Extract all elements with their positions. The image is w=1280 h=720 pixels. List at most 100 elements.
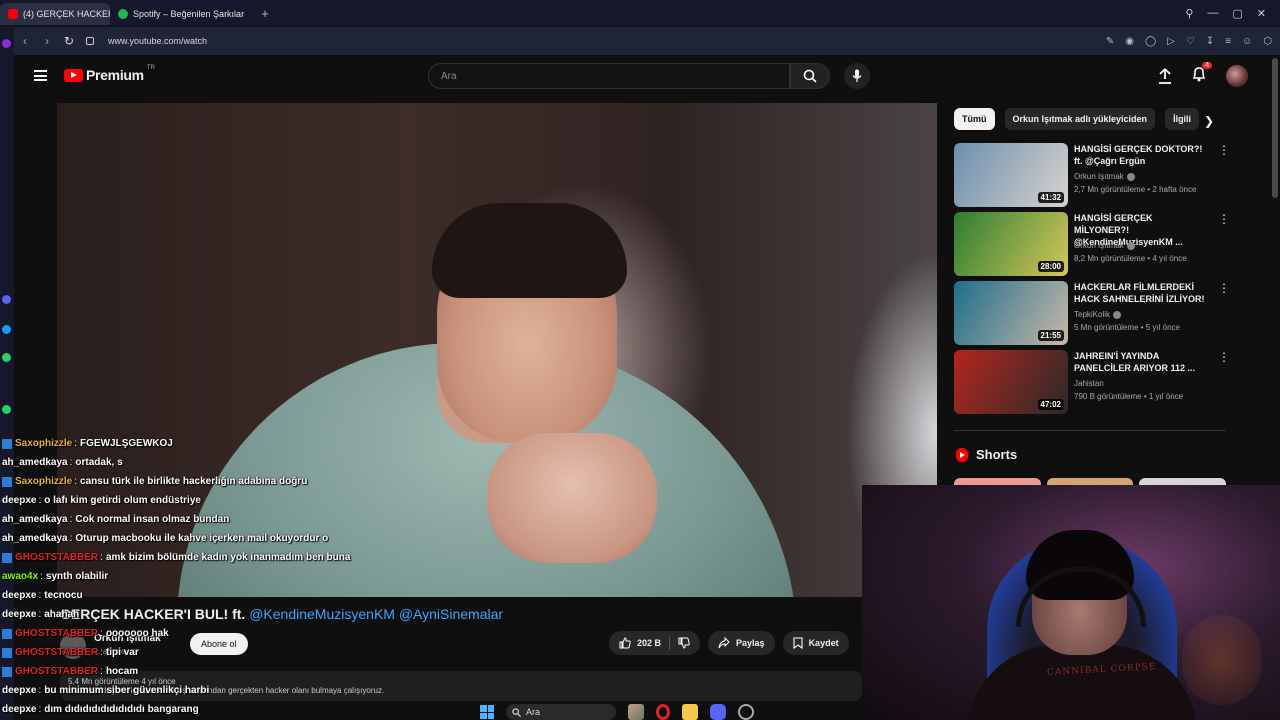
chip-related[interactable]: İlgili [1165,108,1200,130]
suggested-video[interactable]: 41:32 HANGİSİ GERÇEK DOKTOR?! ft. @Çağrı… [954,143,1230,207]
search-icon [512,707,521,717]
profile-icon[interactable]: ☺ [1242,36,1252,47]
settings-icon[interactable] [738,704,754,720]
chat-username[interactable]: GHOSTSTABBER [15,628,98,639]
new-tab-button[interactable]: + [256,4,274,22]
search-tabs-icon[interactable]: ⚲ [1185,7,1193,20]
video-thumbnail[interactable]: 21:55 [954,281,1068,345]
chat-username[interactable]: ah_amedkaya [2,457,68,468]
more-options-icon[interactable]: ⋮ [1218,212,1230,226]
thumbs-down-icon[interactable] [678,637,690,649]
play-icon[interactable]: ▷ [1167,36,1175,47]
chip-all[interactable]: Tümü [954,108,995,130]
chat-separator: : [69,457,73,468]
chat-username[interactable]: deepxe [2,495,36,506]
suggested-video-title[interactable]: HANGİSİ GERÇEK DOKTOR?! ft. @Çağrı Ergün [1074,143,1210,167]
heart-icon[interactable]: ♡ [1186,36,1195,47]
suggested-video-channel[interactable]: Orkun Işıtmak [1074,172,1135,181]
tab-youtube[interactable]: (4) GERÇEK HACKER'I [0,3,110,25]
chat-username[interactable]: ah_amedkaya [2,514,68,525]
like-count[interactable]: 202 B [637,638,661,648]
suggested-video-channel[interactable]: Orkun Işıtmak [1074,241,1135,250]
sidebar-app-icon[interactable] [2,405,11,414]
chat-text: synth olabilir [45,571,109,582]
youtube-logo[interactable]: Premium TR [64,65,155,83]
suggested-video[interactable]: 28:00 HANGİSİ GERÇEK MİLYONER?! @Kendine… [954,212,1230,276]
opera-icon[interactable] [656,704,670,720]
chat-username[interactable]: Saxophizzle [15,438,72,449]
chat-message: deepxe: ahahah [0,605,540,624]
chat-message: ah_amedkaya: Oturup macbooku ile kahve iç… [0,529,540,548]
upload-icon[interactable] [1158,68,1172,84]
search-input[interactable]: Ara [428,63,790,89]
search-button[interactable] [790,63,830,89]
streamer-webcam: CANNIBAL CORPSE [862,485,1280,720]
chat-username[interactable]: GHOSTSTABBER [15,647,98,658]
chevron-right-icon[interactable]: ❯ [1204,114,1214,128]
more-options-icon[interactable]: ⋮ [1218,281,1230,295]
verified-icon [1126,172,1135,181]
chat-username[interactable]: deepxe [2,704,36,715]
chat-username[interactable]: Saxophizzle [15,476,72,487]
suggested-video-title[interactable]: HACKERLAR FİLMLERDEKİ HACK SAHNELERİNİ İ… [1074,281,1210,305]
minimize-button[interactable]: — [1207,7,1218,19]
chat-username[interactable]: deepxe [2,685,36,696]
voice-search-button[interactable] [844,63,870,89]
maximize-button[interactable]: ▢ [1232,7,1242,20]
suggested-video-meta: 790 B görüntüleme • 1 yıl önce [1074,392,1184,401]
taskbar-search[interactable]: Ara [506,704,616,720]
share-button[interactable]: Paylaş [708,631,775,655]
guide-menu-icon[interactable] [34,70,47,81]
menu-icon[interactable]: ≡ [1225,36,1231,47]
close-window-button[interactable]: ✕ [1257,7,1266,20]
suggested-video-channel[interactable]: TepkiKolik [1074,310,1122,319]
discord-icon[interactable] [710,704,726,720]
reload-button[interactable]: ↻ [58,34,80,48]
video-thumbnail[interactable]: 28:00 [954,212,1068,276]
notification-count-badge: 4 [1202,61,1212,69]
shield-icon[interactable]: ◯ [1145,36,1156,47]
chat-text: cansu türk ile birlikte hackerlığın adab… [80,476,308,487]
forward-button[interactable]: › [36,34,58,48]
spotify-favicon-icon [118,9,128,19]
suggested-video-channel[interactable]: Jahistan [1074,379,1104,388]
folder-icon[interactable] [682,704,698,720]
account-avatar[interactable] [1226,65,1248,87]
sidebar-app-icon[interactable] [2,295,11,304]
url-field[interactable]: www.youtube.com/watch [108,36,207,46]
video-thumbnail[interactable]: 41:32 [954,143,1068,207]
notifications-button[interactable]: 4 [1192,61,1212,87]
windows-start-icon[interactable] [480,705,494,719]
sidebar-app-icon[interactable] [2,39,11,48]
page-scrollbar[interactable] [1272,58,1278,198]
suggested-video[interactable]: 21:55 HACKERLAR FİLMLERDEKİ HACK SAHNELE… [954,281,1230,345]
chat-separator: : [100,552,103,563]
back-button[interactable]: ‹ [14,34,36,48]
chat-username[interactable]: GHOSTSTABBER [15,552,98,563]
chat-text: bu minimum siber güvenlikçi harbi [44,685,210,696]
chat-text: tipi var [105,647,139,658]
chat-username[interactable]: deepxe [2,609,36,620]
chat-username[interactable]: awao4x [2,571,38,582]
windows-taskbar: Ara [480,704,754,720]
tab-spotify[interactable]: Spotify – Beğenilen Şarkılar [110,3,252,25]
download-icon[interactable]: ↧ [1206,36,1214,47]
video-thumbnail[interactable]: 47:02 [954,350,1068,414]
chat-username[interactable]: ah_amedkaya [2,533,68,544]
more-options-icon[interactable]: ⋮ [1218,143,1230,157]
chat-username[interactable]: GHOSTSTABBER [15,666,98,677]
taskbar-app-icon[interactable] [628,704,644,720]
suggested-video[interactable]: 47:02 JAHREIN'İ YAYINDA PANELCİLER ARIYO… [954,350,1230,414]
save-button[interactable]: Kaydet [782,631,849,655]
more-options-icon[interactable]: ⋮ [1218,350,1230,364]
extension-icon[interactable]: ⬡ [1263,36,1272,47]
chat-badge-icon [2,666,12,677]
suggested-video-title[interactable]: JAHREIN'İ YAYINDA PANELCİLER ARIYOR 112 … [1074,350,1210,374]
thumbs-up-icon[interactable] [619,637,631,649]
edit-icon[interactable]: ✎ [1106,36,1114,47]
sidebar-app-icon[interactable] [2,325,11,334]
camera-icon[interactable]: ◉ [1125,36,1134,47]
chat-username[interactable]: deepxe [2,590,36,601]
sidebar-app-icon[interactable] [2,353,11,362]
chip-from-uploader[interactable]: Orkun Işıtmak adlı yükleyiciden [1004,108,1156,130]
